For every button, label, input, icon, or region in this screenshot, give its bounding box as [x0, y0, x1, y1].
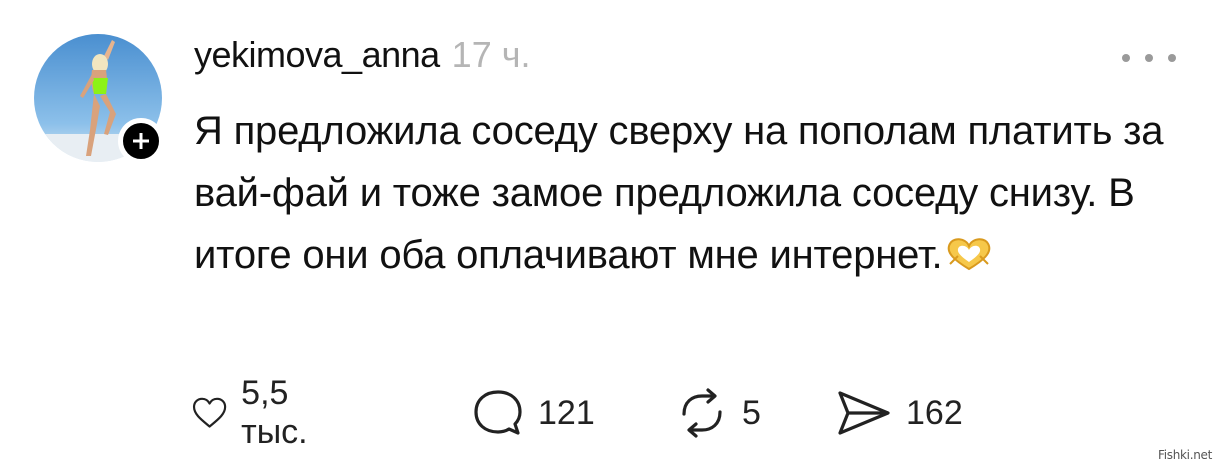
comment-button[interactable]: 121 — [472, 388, 595, 438]
more-options-icon — [1145, 54, 1153, 62]
repost-count: 5 — [742, 393, 761, 432]
post-timestamp: 17 ч. — [451, 34, 531, 75]
watermark: Fishki.net — [1157, 448, 1212, 462]
share-button[interactable]: 162 — [836, 388, 963, 438]
like-count: 5,5 тыс. — [241, 374, 308, 451]
heart-icon — [192, 397, 227, 428]
repost-icon — [682, 388, 722, 438]
share-count: 162 — [906, 393, 963, 432]
post-header: yekimova_anna 17 ч. — [194, 34, 530, 84]
like-button[interactable]: 5,5 тыс. — [192, 374, 324, 451]
avatar-container — [34, 34, 164, 164]
send-icon — [838, 391, 890, 435]
follow-button[interactable] — [118, 118, 164, 164]
post-body: Я предложила соседу сверху на пополам пл… — [194, 100, 1194, 290]
more-options-icon — [1122, 54, 1130, 62]
plus-icon — [133, 133, 149, 149]
repost-button[interactable]: 5 — [676, 388, 761, 438]
comment-count: 121 — [538, 393, 595, 432]
post-text: Я предложила соседу сверху на пополам пл… — [194, 109, 1164, 277]
more-options-icon — [1168, 54, 1176, 62]
heart-hands-emoji-icon — [944, 228, 994, 290]
more-options-button[interactable] — [1122, 44, 1176, 72]
username-link[interactable]: yekimova_anna — [194, 34, 440, 76]
comment-bubble-icon — [474, 390, 522, 435]
